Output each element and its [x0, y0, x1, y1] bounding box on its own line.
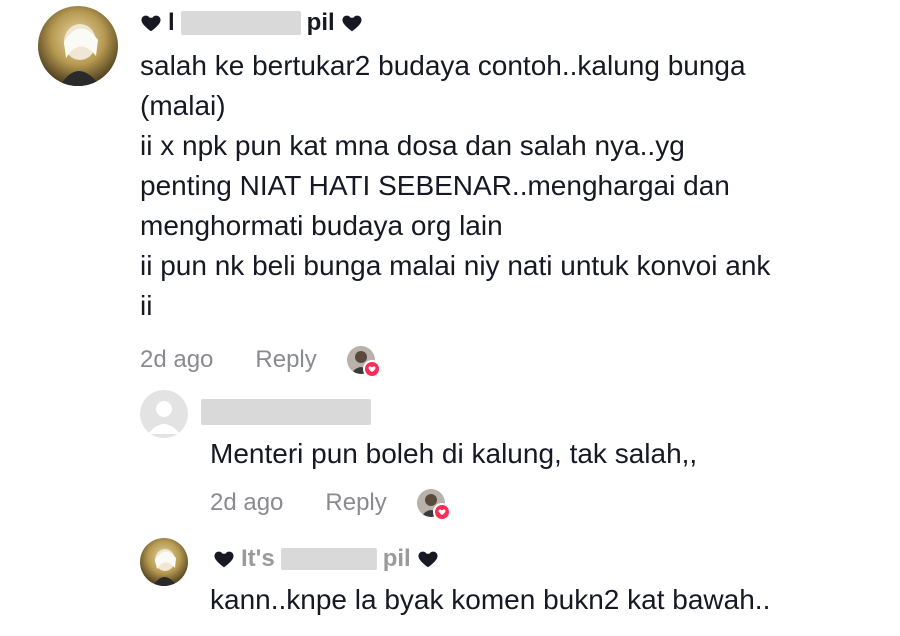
- author-name-visible: l: [168, 9, 175, 36]
- comment-meta: 2d ago Reply: [140, 342, 381, 378]
- comment-time: 2d ago: [140, 346, 214, 373]
- creator-like-avatar-icon: [416, 489, 451, 521]
- reply-button[interactable]: Reply: [255, 346, 316, 374]
- redacted-name-bar: [180, 11, 301, 35]
- author-name-visible: It's: [241, 545, 275, 572]
- comment-time: 2d ago: [210, 489, 284, 516]
- reply-button[interactable]: Reply: [325, 489, 386, 517]
- comment-author[interactable]: l pil: [140, 6, 363, 40]
- comment-text: kann..knpe la byak komen bukn2 kat bawah…: [210, 584, 771, 615]
- comment-text: salah ke bertukar2 budaya contoh..kalung…: [140, 50, 771, 321]
- comment-meta: 2d ago Reply: [210, 485, 451, 521]
- black-heart-icon: [342, 15, 362, 32]
- author-name-tail: pil: [382, 545, 411, 572]
- redacted-name-bar: [201, 399, 371, 425]
- commenter-avatar[interactable]: [140, 538, 188, 586]
- black-heart-icon: [214, 551, 234, 568]
- comment-text: Menteri pun boleh di kalung, tak salah,,: [210, 438, 698, 469]
- default-avatar-icon[interactable]: [140, 390, 188, 438]
- black-heart-icon: [141, 15, 161, 32]
- redacted-name-bar: [280, 548, 377, 570]
- commenter-avatar[interactable]: [38, 6, 118, 86]
- author-name-tail: pil: [306, 9, 335, 36]
- comment-author[interactable]: It's pil: [213, 543, 439, 575]
- black-heart-icon: [418, 551, 438, 568]
- creator-like-avatar-icon: [346, 346, 381, 378]
